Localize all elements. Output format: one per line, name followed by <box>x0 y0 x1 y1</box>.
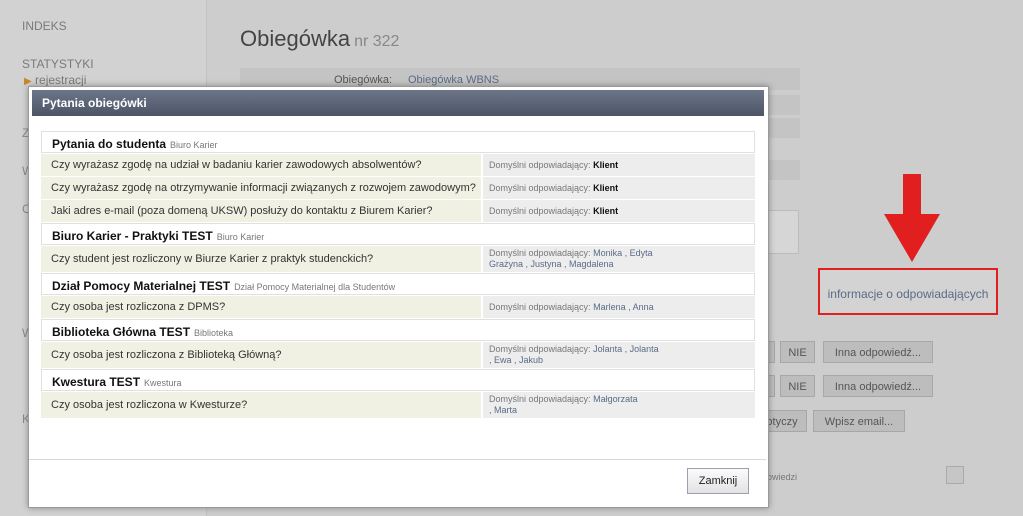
details-row <box>767 160 800 180</box>
default-respondents: Domyślni odpowiadający: Klient <box>483 200 755 222</box>
default-respondents-label: Domyślni odpowiadający: <box>489 344 591 354</box>
question-row: Czy wyrażasz zgodę na udział w badaniu k… <box>41 154 755 176</box>
section-header: Dział Pomocy Materialnej TEST Dział Pomoc… <box>41 273 755 295</box>
sidebar-item-statystyki[interactable]: STATYSTYKI <box>22 57 94 71</box>
default-respondents: Domyślni odpowiadający: Monika , Edyta Gr… <box>483 246 755 272</box>
details-row <box>767 118 800 138</box>
question-row: Czy student jest rozliczony w Biurze Kar… <box>41 246 755 272</box>
modal-divider <box>29 459 766 460</box>
question-text: Jaki adres e-mail (poza domeną UKSW) pos… <box>41 200 481 222</box>
info-link[interactable]: informacje o odpowiadających <box>818 268 998 315</box>
section-subtitle: Biblioteka <box>194 328 234 338</box>
section-title: Kwestura TEST Kwestura <box>52 375 182 389</box>
page-title: Obiegówka nr 322 <box>240 26 400 51</box>
default-respondents-label: Domyślni odpowiadający: <box>489 182 591 193</box>
question-row: Czy osoba jest rozliczona w Kwesturze? Do… <box>41 392 755 418</box>
inna-odpowiedz-button[interactable]: Inna odpowiedź... <box>823 341 933 363</box>
question-row: Jaki adres e-mail (poza domeną UKSW) pos… <box>41 200 755 222</box>
default-respondents: Domyślni odpowiadający: Małgorzata, Mart… <box>483 392 755 418</box>
section-title: Biblioteka Główna TEST Biblioteka <box>52 325 234 339</box>
respondent-name: Klient <box>593 182 619 193</box>
question-text: Czy student jest rozliczony w Biurze Kar… <box>41 246 481 272</box>
wpisz-email-button[interactable]: Wpisz email... <box>813 410 905 432</box>
nie-button[interactable]: NIE <box>780 375 815 397</box>
section-header: Pytania do studenta Biuro Karier <box>41 131 755 153</box>
question-text: Czy wyrażasz zgodę na otrzymywanie infor… <box>41 177 481 199</box>
section-title: Dział Pomocy Materialnej TEST Dział Pomoc… <box>52 279 396 293</box>
default-respondents: Domyślni odpowiadający: Klient <box>483 177 755 199</box>
question-text: Czy wyrażasz zgodę na udział w badaniu k… <box>41 154 481 176</box>
default-respondents-label: Domyślni odpowiadający: <box>489 159 591 170</box>
modal-title: Pytania obiegówki <box>32 90 764 116</box>
sidebar-item-indeks[interactable]: INDEKS <box>22 19 67 33</box>
respondent-names[interactable]: Małgorzata <box>593 394 638 404</box>
section-header: Biblioteka Główna TEST Biblioteka <box>41 319 755 341</box>
details-row <box>767 95 800 115</box>
section-header: Kwestura TEST Kwestura <box>41 369 755 391</box>
respondent-names[interactable]: Jolanta , Jolanta <box>593 344 659 354</box>
default-respondents-label: Domyślni odpowiadający: <box>489 394 591 404</box>
respondent-names[interactable]: Grażyna , Justyna , Magdalena <box>489 259 755 270</box>
respondent-names[interactable]: , Ewa , Jakub <box>489 355 755 366</box>
question-row: Czy osoba jest rozliczona z DPMS? Domyśln… <box>41 296 755 318</box>
section-header: Biuro Karier - Praktyki TEST Biuro Karier <box>41 223 755 245</box>
obiegowka-link[interactable]: Obiegówka WBNS <box>408 74 499 86</box>
respondent-names[interactable]: Marlena , Anna <box>593 302 654 312</box>
default-respondents-label: Domyślni odpowiadający: <box>489 301 591 312</box>
modal-body: Pytania do studenta Biuro Karier Czy wyraż… <box>41 131 755 419</box>
question-text: Czy osoba jest rozliczona z Biblioteką G… <box>41 342 481 368</box>
question-row: Czy wyrażasz zgodę na otrzymywanie infor… <box>41 177 755 199</box>
respondent-name: Klient <box>593 205 619 216</box>
section-subtitle: Kwestura <box>144 378 182 388</box>
section-subtitle: Dział Pomocy Materialnej dla Studentów <box>234 282 396 292</box>
bg-answers-text: owiedzi <box>767 472 798 482</box>
inna-odpowiedz-button[interactable]: Inna odpowiedź... <box>823 375 933 397</box>
question-text: Czy osoba jest rozliczona z DPMS? <box>41 296 481 318</box>
questions-modal: Pytania obiegówki Pytania do studenta Biu… <box>28 86 769 508</box>
question-text: Czy osoba jest rozliczona w Kwesturze? <box>41 392 481 418</box>
question-row: Czy osoba jest rozliczona z Biblioteką G… <box>41 342 755 368</box>
section-subtitle: Biuro Karier <box>216 232 265 242</box>
default-respondents: Domyślni odpowiadający: Jolanta , Jolant… <box>483 342 755 368</box>
default-respondents-label: Domyślni odpowiadający: <box>489 248 591 258</box>
section-subtitle: Biuro Karier <box>170 140 218 150</box>
edit-icon[interactable] <box>946 466 964 484</box>
section-title: Pytania do studenta Biuro Karier <box>52 137 218 151</box>
default-respondents: Domyślni odpowiadający: Klient <box>483 154 755 176</box>
close-button[interactable]: Zamknij <box>687 468 749 494</box>
nie-button[interactable]: NIE <box>780 341 815 363</box>
default-respondents-label: Domyślni odpowiadający: <box>489 205 591 216</box>
obiegowka-label: Obiegówka: <box>334 74 393 86</box>
textarea-partial[interactable] <box>767 210 799 254</box>
sidebar-item-rejestracji[interactable]: ▶ rejestracji <box>24 73 86 87</box>
section-title: Biuro Karier - Praktyki TEST Biuro Karier <box>52 229 265 243</box>
respondent-name: Klient <box>593 159 619 170</box>
arrow-down-icon <box>884 174 940 262</box>
respondent-names[interactable]: , Marta <box>489 405 755 416</box>
default-respondents: Domyślni odpowiadający: Marlena , Anna <box>483 296 755 318</box>
respondent-names[interactable]: Monika , Edyta <box>593 248 653 258</box>
